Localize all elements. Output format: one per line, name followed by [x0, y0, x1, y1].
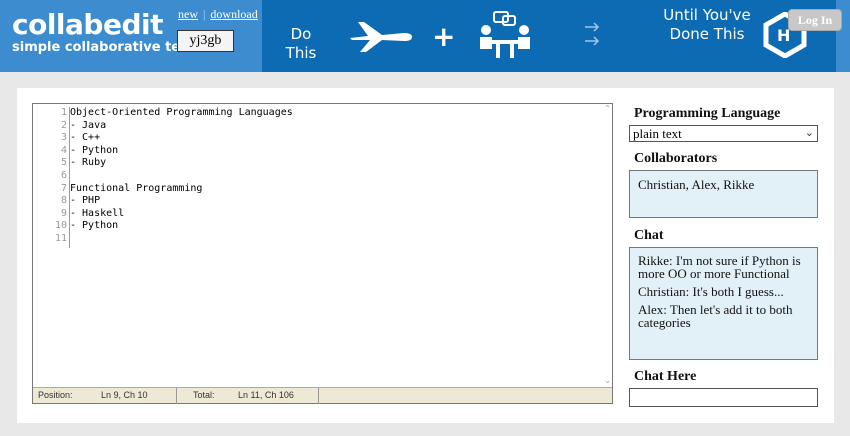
code-line[interactable]: - Python	[70, 145, 293, 158]
language-selected-value: plain text	[633, 126, 682, 141]
document-id-field[interactable]: yj3gb	[177, 30, 234, 52]
meeting-icon	[480, 11, 530, 58]
login-button[interactable]: Log In	[788, 9, 842, 31]
line-number: 3	[60, 132, 67, 144]
nav-download-link[interactable]: download	[210, 7, 257, 21]
collaborators-names: Christian, Alex, Rikke	[638, 177, 755, 192]
collaborators-heading: Collaborators	[634, 151, 718, 166]
code-line[interactable]	[70, 170, 293, 183]
nav-new-link[interactable]: new	[178, 7, 198, 21]
banner-right-text: Until You've Done This	[663, 6, 751, 43]
code-line[interactable]: - C++	[70, 132, 293, 145]
line-number: 7	[60, 182, 67, 194]
logo-title: collabedit	[12, 8, 163, 41]
ad-banner[interactable]: Do This + Until You've Done This H	[262, 0, 836, 72]
code-line[interactable]: Object-Oriented Programming Languages	[70, 107, 293, 120]
editor-content[interactable]: Object-Oriented Programming Languages - J…	[69, 107, 293, 248]
position-value: Ln 9, Ch 10	[101, 390, 148, 400]
code-line[interactable]: - Haskell	[70, 208, 293, 221]
code-line[interactable]	[70, 233, 293, 246]
language-select[interactable]: plain text ⌄	[629, 125, 818, 142]
line-number: 10	[54, 220, 67, 232]
logo-subtitle: simple collaborative text	[12, 40, 195, 55]
line-number: 1	[60, 107, 67, 118]
line-number: 9	[60, 207, 67, 219]
total-label: Total:	[193, 390, 215, 400]
line-number: 4	[60, 144, 67, 156]
code-line[interactable]: - Java	[70, 120, 293, 133]
code-line[interactable]: Functional Programming	[70, 183, 293, 196]
line-number: 8	[60, 195, 67, 207]
language-heading: Programming Language	[634, 106, 781, 121]
chat-log: Rikke: I'm not sure if Python is more OO…	[629, 247, 818, 360]
collaborators-list: Christian, Alex, Rikke	[629, 170, 818, 218]
main-panel: 1 2 3 4 5 6 7 8 9 10 11 Object-Oriented Programmin…	[17, 88, 834, 423]
line-number: 5	[60, 157, 67, 169]
chat-heading: Chat	[634, 228, 664, 243]
total-value: Ln 11, Ch 106	[238, 390, 294, 400]
line-number: 2	[60, 119, 67, 131]
chat-here-heading: Chat Here	[634, 369, 697, 384]
status-divider	[176, 388, 177, 404]
chat-message: Alex: Then let's add it to both categori…	[638, 302, 793, 330]
position-label: Position:	[38, 390, 73, 400]
code-line[interactable]: - PHP	[70, 195, 293, 208]
airplane-icon	[350, 22, 412, 52]
line-number-gutter: 1 2 3 4 5 6 7 8 9 10 11	[33, 107, 67, 246]
code-line[interactable]: - Python	[70, 220, 293, 233]
chat-message: Christian: It's both I guess...	[638, 284, 784, 299]
line-number: 6	[60, 169, 67, 181]
plus-icon: +	[432, 20, 456, 53]
code-line[interactable]: - Ruby	[70, 157, 293, 170]
status-bar: Position: Ln 9, Ch 10 Total: Ln 11, Ch 1…	[33, 387, 612, 404]
text-editor[interactable]: 1 2 3 4 5 6 7 8 9 10 11 Object-Oriented Programmin…	[32, 103, 613, 404]
status-divider	[318, 388, 319, 404]
line-number: 11	[54, 232, 67, 244]
banner-left-text: Do This	[285, 25, 317, 62]
chat-message: Rikke: I'm not sure if Python is more OO…	[638, 253, 801, 281]
scroll-down-icon[interactable]: ⌄	[604, 376, 611, 385]
chat-input[interactable]	[629, 388, 818, 407]
logo[interactable]: collabedit simple collaborative text	[12, 10, 195, 56]
scroll-up-icon[interactable]: ⌃	[604, 104, 611, 113]
editor-scrollbar[interactable]: ⌃ ⌄	[602, 104, 612, 388]
arrows-icon	[585, 22, 600, 46]
chevron-down-icon: ⌄	[804, 127, 814, 139]
